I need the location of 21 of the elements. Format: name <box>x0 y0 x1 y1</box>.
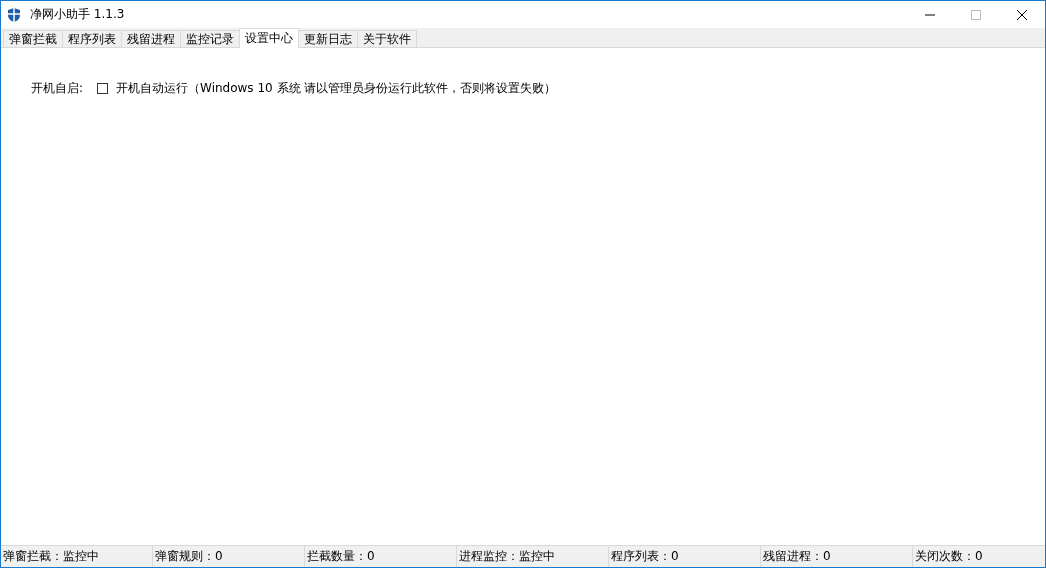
status-text: 残留进程：0 <box>761 546 913 567</box>
tab[interactable]: 残留进程 <box>121 30 181 47</box>
setting-label: 开机自启: <box>31 80 84 97</box>
tab[interactable]: 弹窗拦截 <box>3 30 63 47</box>
status-text: 进程监控：监控中 <box>457 546 609 567</box>
checkbox-label: 开机自动运行（Windows 10 系统 请以管理员身份运行此软件，否则将设置失败） <box>116 80 557 97</box>
window-title: 净网小助手 1.1.3 <box>30 6 126 23</box>
tab[interactable]: 监控记录 <box>180 30 240 47</box>
status-text: 弹窗拦截：监控中 <box>1 546 153 567</box>
close-icon <box>1017 9 1027 20</box>
maximize-icon <box>971 9 981 20</box>
status-text: 弹窗规则：0 <box>153 546 305 567</box>
tab[interactable]: 更新日志 <box>298 30 358 47</box>
status-text: 关闭次数：0 <box>914 548 984 565</box>
checkbox[interactable] <box>97 83 109 94</box>
tab[interactable]: 设置中心 <box>239 28 299 48</box>
status-text: 拦截数量：0 <box>305 546 457 567</box>
shield-icon <box>6 6 22 23</box>
tab[interactable]: 程序列表 <box>62 30 122 47</box>
tab[interactable]: 关于软件 <box>357 30 417 47</box>
status-text: 程序列表：0 <box>609 546 761 567</box>
